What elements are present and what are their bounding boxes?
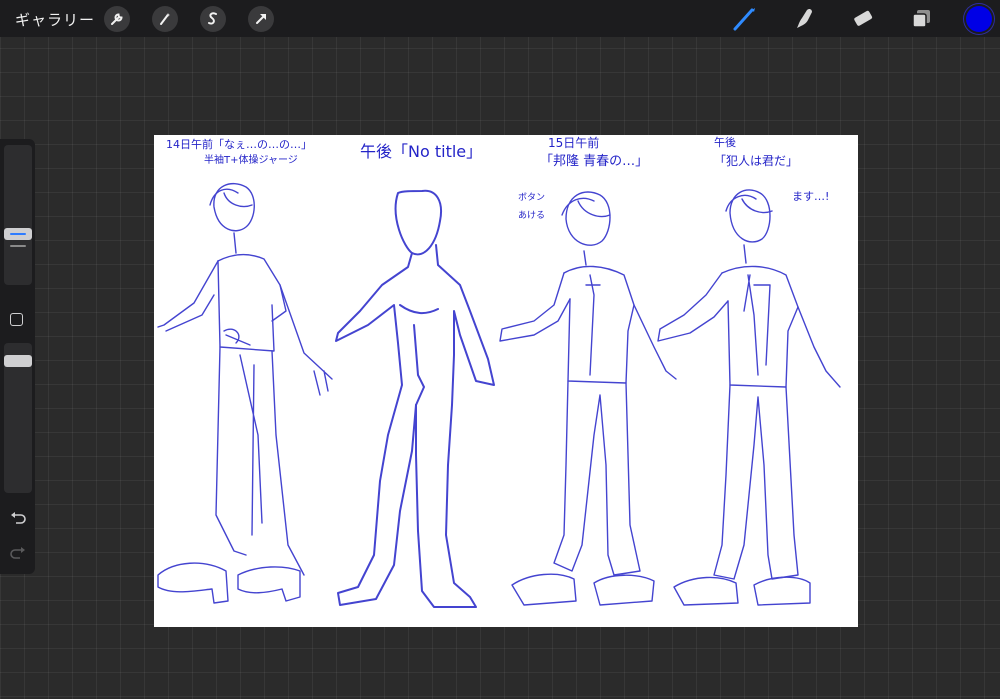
gallery-button[interactable]: ギャラリー (15, 9, 95, 30)
sketch-layer (157, 182, 841, 608)
figure-2-sketch (335, 189, 495, 608)
selection-icon[interactable] (200, 6, 226, 32)
brush-icon[interactable] (731, 6, 759, 32)
figure-1-sketch (157, 182, 333, 604)
slider-tick (10, 245, 26, 247)
note-1-subtitle: 半袖T+体操ジャージ (204, 155, 298, 166)
note-4-subtitle: 「犯人は君だ」 (714, 154, 799, 168)
smudge-icon[interactable] (790, 6, 818, 32)
note-3-side-2: あける (518, 211, 546, 221)
note-4-side: ます…! (792, 190, 830, 203)
brush-size-track[interactable] (4, 145, 32, 285)
figure-3-sketch (499, 191, 677, 606)
redo-icon[interactable] (8, 542, 28, 562)
top-toolbar: ギャラリー (0, 0, 1000, 37)
undo-icon[interactable] (8, 507, 28, 527)
note-2-title: 午後「No title」 (360, 142, 483, 161)
note-4-title: 午後 (714, 136, 736, 149)
wrench-icon[interactable] (104, 6, 130, 32)
color-picker-button[interactable] (966, 6, 992, 32)
note-1-title: 14日午前「なぇ…の…の…」 (166, 138, 312, 151)
note-3-subtitle: 「邦隆 青春の…」 (540, 154, 649, 169)
eraser-icon[interactable] (849, 6, 877, 32)
drawing-canvas[interactable]: 14日午前「なぇ…の…の…」 半袖T+体操ジャージ 午後「No title」 1… (154, 135, 858, 627)
opacity-slider[interactable] (4, 355, 32, 367)
layers-icon[interactable] (907, 6, 935, 32)
brush-size-slider[interactable] (4, 228, 32, 240)
note-3-title: 15日午前 (548, 136, 600, 150)
figure-4-sketch (657, 189, 841, 606)
modify-square-button[interactable] (10, 313, 23, 326)
magic-wand-icon[interactable] (152, 6, 178, 32)
left-sidebar (0, 139, 35, 574)
transform-arrow-icon[interactable] (248, 6, 274, 32)
note-3-side-1: ボタン (518, 193, 546, 203)
